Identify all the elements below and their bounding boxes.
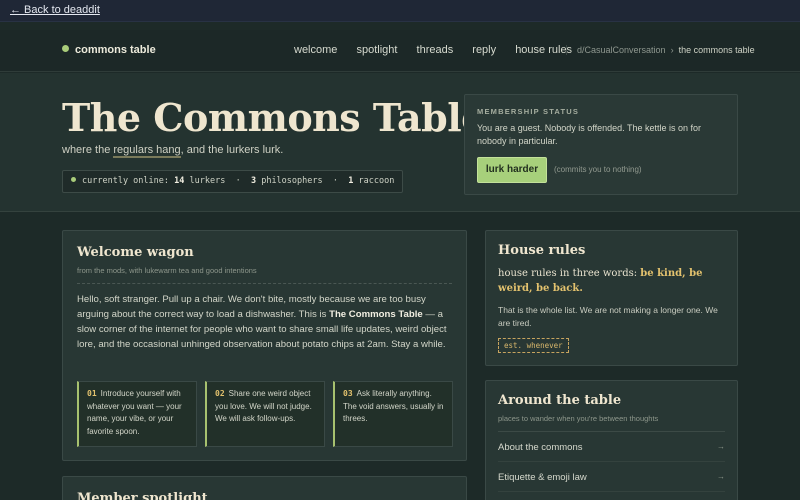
brand[interactable]: commons table	[62, 44, 156, 56]
back-link[interactable]: ← Back to deaddit	[10, 4, 100, 16]
nav-link-house-rules[interactable]: house rules	[515, 44, 572, 56]
lurk-harder-button[interactable]: lurk harder	[477, 157, 547, 183]
welcome-title: Welcome wagon	[77, 245, 194, 260]
around-link-etiquette[interactable]: Etiquette & emoji law →	[498, 472, 725, 492]
welcome-body-bold: The Commons Table	[329, 309, 423, 320]
lurkers-label: lurkers	[189, 176, 226, 186]
lurk-note: (commits you to nothing)	[554, 165, 642, 174]
step-number: 01	[87, 389, 97, 398]
arrow-right-icon: →	[717, 442, 725, 451]
step-number: 02	[215, 389, 225, 398]
step-card: 03 Ask literally anything. The void answe…	[333, 381, 453, 447]
step-card: 02 Share one weird object you love. We wi…	[205, 381, 325, 447]
welcome-steps: 01 Introduce yourself with whatever you w…	[77, 381, 453, 447]
online-sep: ·	[332, 176, 338, 186]
tagline-start: where the	[62, 144, 114, 156]
step-card: 01 Introduce yourself with whatever you w…	[77, 381, 197, 447]
nav-link-threads[interactable]: threads	[417, 44, 454, 56]
breadcrumb-current: the commons table	[678, 45, 755, 55]
nav-link-reply[interactable]: reply	[472, 44, 496, 56]
rules-title: House rules	[498, 243, 586, 258]
online-dot-icon	[71, 177, 76, 182]
online-status: currently online: 14 lurkers · 3 philoso…	[62, 170, 404, 193]
tagline: where the regulars hang, and the lurkers…	[62, 144, 284, 158]
rules-note: That is the whole list. We are not makin…	[498, 305, 718, 328]
hero: The Commons Table where the regulars han…	[0, 73, 800, 212]
rules-lead: house rules in three words: be kind, be …	[498, 266, 725, 296]
link-label: About the commons	[498, 442, 583, 453]
step-text: Introduce yourself with whatever you wan…	[87, 389, 182, 436]
around-subtitle: places to wander when you're between tho…	[498, 414, 725, 432]
raccoon-label: raccoon	[358, 176, 395, 186]
top-bar: ← Back to deaddit	[0, 0, 800, 22]
raccoon-count: 1	[348, 176, 354, 186]
brand-label: commons table	[75, 44, 156, 56]
philosophers-count: 3	[250, 176, 257, 186]
step-text: Ask literally anything. The void answers…	[343, 389, 444, 423]
philosophers-label: philosophers	[261, 176, 323, 186]
nav-link-welcome[interactable]: welcome	[294, 44, 337, 56]
house-rules-card: House rules house rules in three words: …	[485, 230, 738, 366]
around-link-about[interactable]: About the commons →	[498, 442, 725, 462]
page-title: The Commons Table	[62, 95, 485, 140]
welcome-subtitle: from the mods, with lukewarm tea and goo…	[77, 266, 452, 284]
breadcrumb-parent[interactable]: d/CasualConversation	[577, 45, 666, 55]
membership-card: MEMBERSHIP STATUS You are a guest. Nobod…	[464, 94, 738, 195]
online-prefix: currently online:	[82, 176, 169, 186]
breadcrumb: d/CasualConversation › the commons table	[566, 45, 755, 55]
brand-dot-icon	[62, 45, 69, 52]
step-text: Share one weird object you love. We will…	[215, 389, 312, 423]
nav-links: welcome spotlight threads reply house ru…	[294, 44, 588, 56]
around-card: Around the table places to wander when y…	[485, 380, 738, 500]
welcome-body: Hello, soft stranger. Pull up a chair. W…	[77, 292, 452, 352]
spotlight-title: Member spotlight	[77, 491, 208, 500]
step-number: 03	[343, 389, 353, 398]
online-sep: ·	[235, 176, 241, 186]
spotlight-card: Member spotlight	[62, 476, 467, 500]
tagline-end: , and the lurkers lurk.	[180, 144, 284, 156]
around-title: Around the table	[498, 393, 622, 408]
arrow-right-icon: →	[717, 472, 725, 481]
site-nav: commons table welcome spotlight threads …	[0, 30, 800, 72]
membership-text: You are a guest. Nobody is offended. The…	[477, 123, 701, 146]
membership-label: MEMBERSHIP STATUS	[477, 107, 580, 116]
est-badge: est. whenever	[498, 338, 569, 353]
rules-lead-text: house rules in three words:	[498, 268, 641, 279]
nav-link-spotlight[interactable]: spotlight	[356, 44, 397, 56]
breadcrumb-sep: ›	[670, 45, 674, 55]
welcome-card: Welcome wagon from the mods, with lukewa…	[62, 230, 467, 461]
link-label: Etiquette & emoji law	[498, 472, 587, 483]
tagline-highlight: regulars hang	[113, 144, 181, 158]
lurkers-count: 14	[174, 176, 185, 186]
